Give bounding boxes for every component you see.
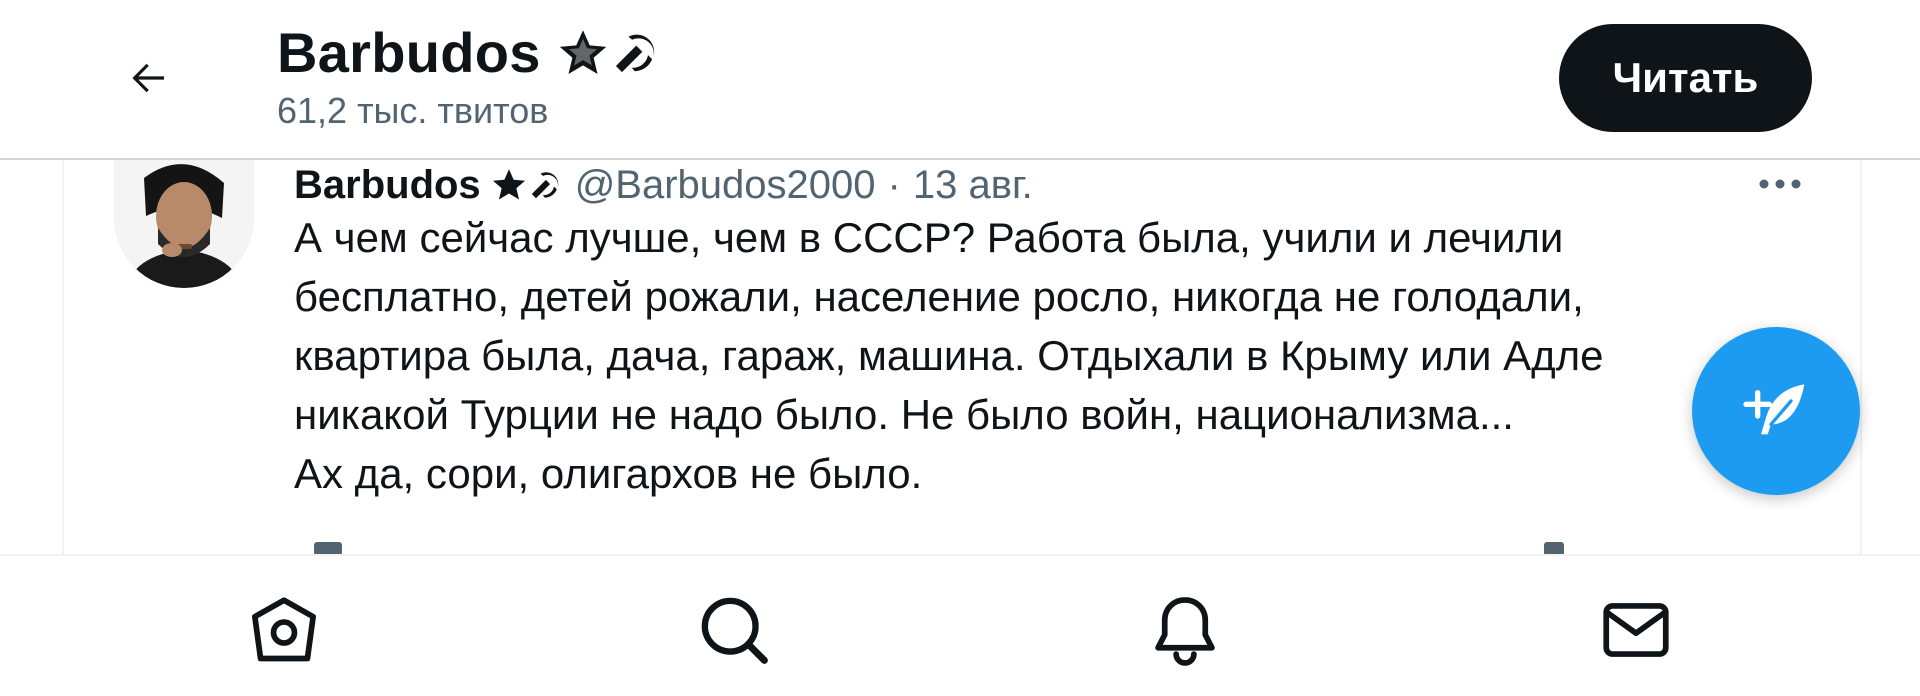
nav-notifications[interactable] — [1145, 590, 1225, 670]
nav-messages[interactable] — [1596, 590, 1676, 670]
star-hammer-sickle-emoji — [557, 27, 661, 79]
tweet-text-line: бесплатно, детей рожали, население росло… — [294, 273, 1584, 320]
compose-tweet-button[interactable] — [1692, 327, 1860, 495]
tweet-author-handle[interactable]: @Barbudos2000 — [575, 163, 876, 208]
mail-icon — [1603, 603, 1669, 657]
star-icon — [559, 29, 606, 74]
follow-button[interactable]: Читать — [1559, 24, 1812, 132]
twitter-profile-screen: Barbudos 61,2 тыс. твитов Читать Barbudo… — [0, 0, 1920, 696]
avatar[interactable] — [114, 158, 254, 288]
tweet-text: А чем сейчас лучше, чем в СССР? Работа б… — [294, 208, 1774, 503]
author-emoji — [491, 167, 563, 203]
separator-dot: · — [887, 162, 901, 207]
tweet-text-line: никакой Турции не надо было. Не было вой… — [294, 391, 1514, 438]
hammer-sickle-icon — [615, 34, 654, 72]
tweet-text-line: А чем сейчас лучше, чем в СССР? Работа б… — [294, 214, 1564, 261]
home-icon — [252, 597, 316, 662]
avatar-image — [114, 158, 254, 288]
hammer-sickle-icon — [531, 172, 558, 199]
profile-header: Barbudos 61,2 тыс. твитов Читать — [0, 0, 1920, 160]
nav-search[interactable] — [694, 590, 774, 670]
star-icon — [492, 169, 525, 200]
bottom-navigation — [0, 554, 1920, 696]
tweet-author-name[interactable]: Barbudos — [294, 163, 481, 208]
back-button[interactable] — [112, 42, 184, 114]
tweet-date[interactable]: 13 авг. — [913, 163, 1033, 208]
profile-name: Barbudos — [277, 21, 541, 84]
tweet[interactable]: Barbudos @Barbudos2000 · 13 авг. А чем с… — [62, 158, 1862, 556]
tweet-text-line: квартира была, дача, гараж, машина. Отды… — [294, 332, 1604, 379]
search-icon — [701, 597, 768, 664]
bell-icon — [1155, 597, 1215, 666]
profile-title: Barbudos — [277, 20, 661, 85]
tweet-header: Barbudos @Barbudos2000 · 13 авг. — [294, 158, 1764, 212]
more-options-button[interactable] — [1750, 164, 1810, 204]
more-icon — [1759, 179, 1801, 189]
compose-tweet-icon — [1743, 384, 1805, 435]
tweet-text-line: Ах да, сори, олигархов не было. — [294, 450, 923, 497]
arrow-left-icon — [132, 63, 164, 93]
nav-home[interactable] — [244, 590, 324, 670]
tweet-count: 61,2 тыс. твитов — [277, 90, 549, 131]
